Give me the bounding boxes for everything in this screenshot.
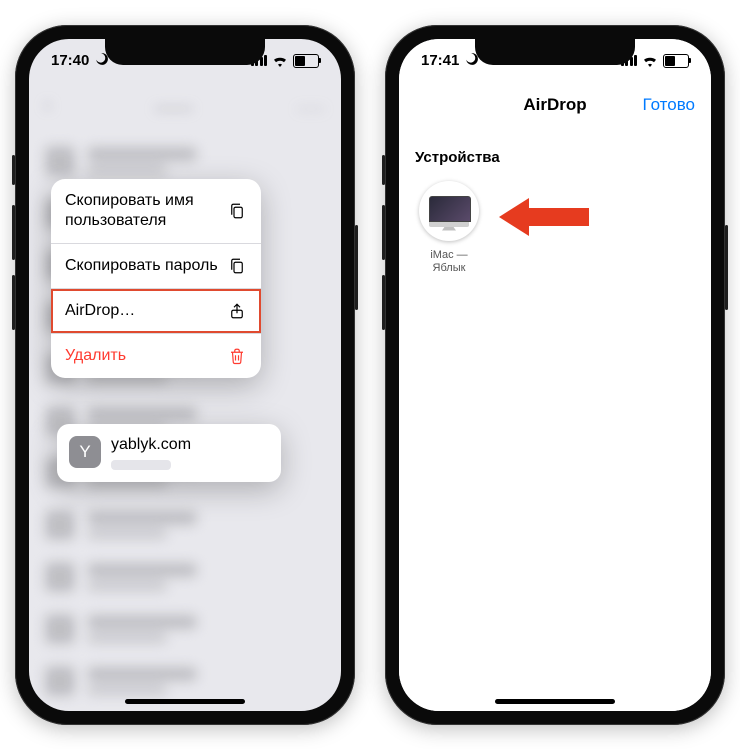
done-button[interactable]: Готово [643,95,696,115]
menu-copy-username-label: Скопировать имя пользователя [65,191,227,231]
annotation-arrow [499,194,589,240]
nav-title: AirDrop [523,95,586,115]
notch [475,39,635,65]
volume-down [12,275,15,330]
wifi-icon [642,55,658,67]
phone-screen-left: 17:40 ‹.............. [29,39,341,711]
preview-avatar: Y [69,436,101,468]
side-button [725,225,728,310]
status-time: 17:40 [51,52,89,69]
preview-subtitle-redacted [111,460,171,470]
battery-icon [293,54,319,68]
mute-switch [382,155,385,185]
device-avatar [419,181,479,241]
menu-delete[interactable]: Удалить [51,334,261,378]
menu-delete-label: Удалить [65,346,126,366]
copy-icon [227,202,247,220]
menu-copy-password-label: Скопировать пароль [65,256,218,276]
side-button [355,225,358,310]
menu-airdrop-label: AirDrop… [65,301,135,321]
phone-frame-right: 17:41 AirDrop Готово [385,25,725,725]
preview-title: yablyk.com [111,436,191,454]
screenshot-pair: Яблык 17:40 [0,0,740,749]
nav-bar: AirDrop Готово [399,83,711,127]
device-name-label: iMac — Яблык [415,249,483,275]
menu-copy-username[interactable]: Скопировать имя пользователя [51,179,261,244]
menu-airdrop[interactable]: AirDrop… [51,289,261,334]
status-time: 17:41 [421,52,459,69]
devices-section-label: Устройства [415,149,500,166]
volume-down [382,275,385,330]
battery-icon [663,54,689,68]
notch [105,39,265,65]
phone-screen-right: 17:41 AirDrop Готово [399,39,711,711]
wifi-icon [272,55,288,67]
mute-switch [12,155,15,185]
context-menu: Скопировать имя пользователя Скопировать… [51,179,261,378]
home-indicator[interactable] [125,699,245,704]
share-icon [227,302,247,320]
home-indicator[interactable] [495,699,615,704]
phone-frame-left: 17:40 ‹.............. [15,25,355,725]
volume-up [382,205,385,260]
imac-icon [429,196,469,226]
password-preview-card[interactable]: Y yablyk.com [57,424,281,482]
menu-copy-password[interactable]: Скопировать пароль [51,244,261,289]
airdrop-device[interactable]: iMac — Яблык [415,181,483,275]
copy-icon [227,257,247,275]
trash-icon [227,347,247,365]
volume-up [12,205,15,260]
